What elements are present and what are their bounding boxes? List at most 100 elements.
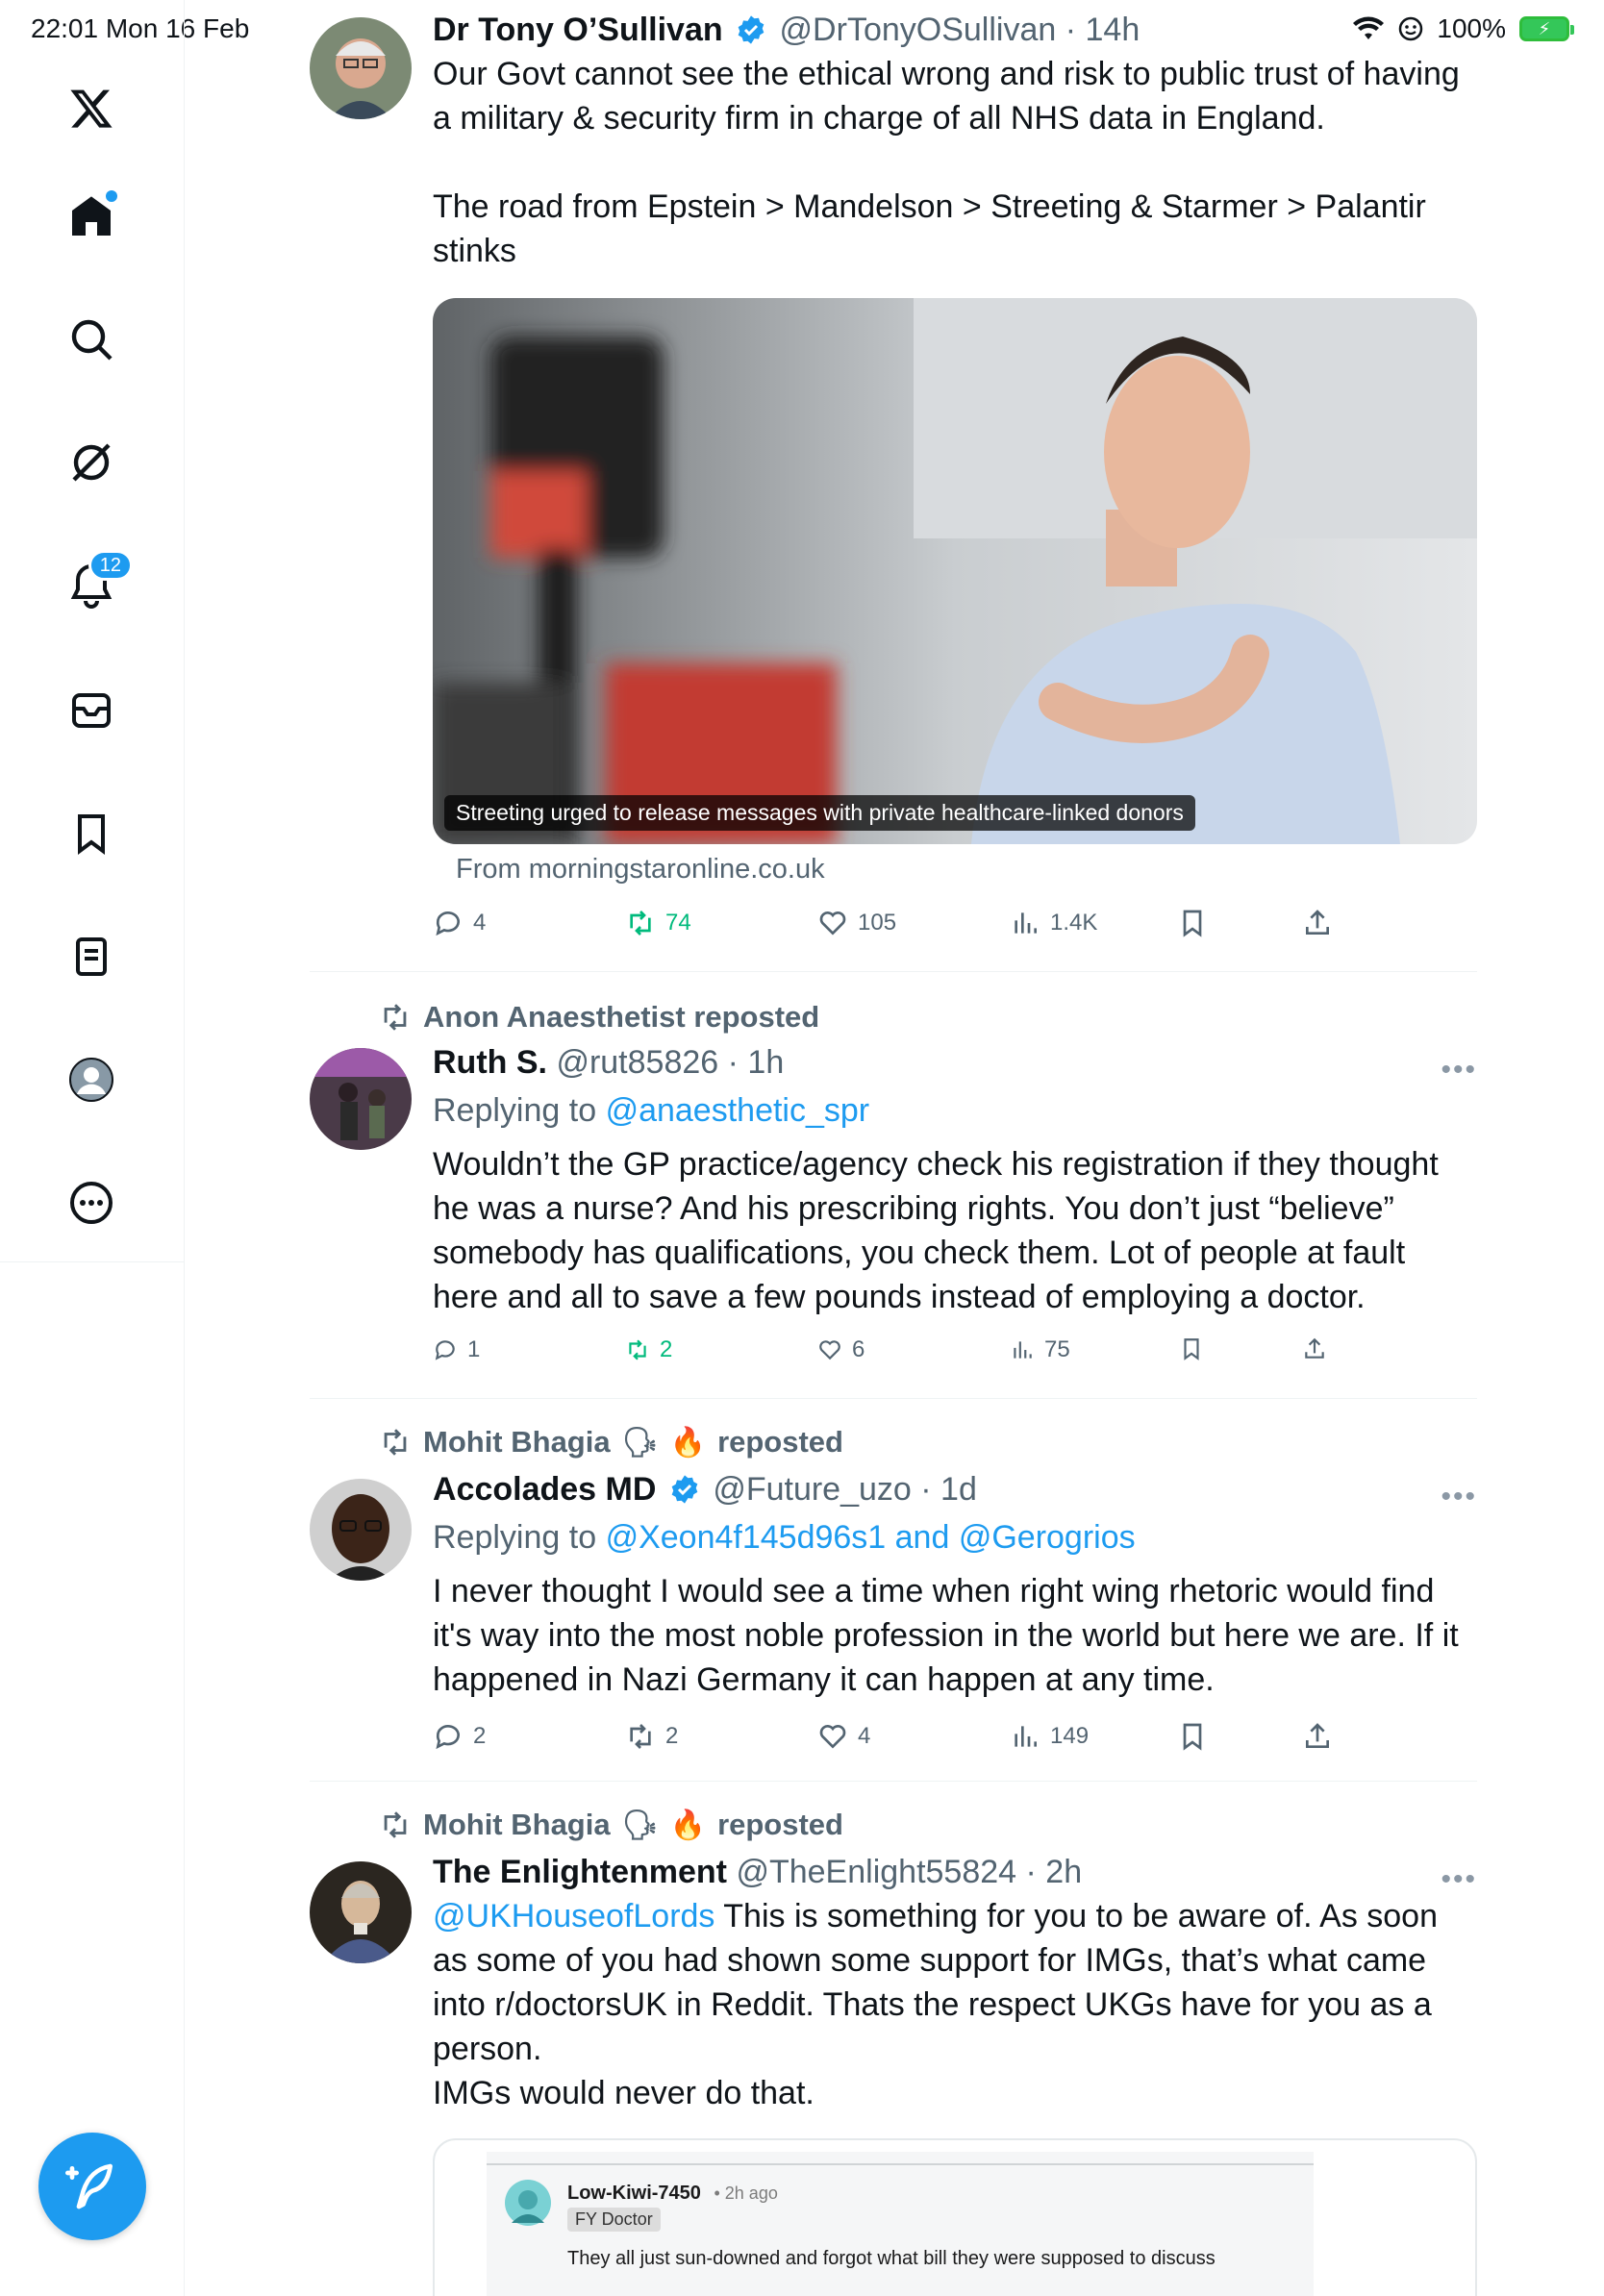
like-button[interactable]: 105 <box>817 908 896 938</box>
bookmarks-icon[interactable] <box>63 806 119 861</box>
heart-icon <box>819 1340 840 1360</box>
like-count: 6 <box>852 1336 865 1362</box>
heart-icon <box>819 911 846 936</box>
reply-icon <box>435 1340 455 1360</box>
like-button[interactable]: 4 <box>817 1721 870 1752</box>
link-source[interactable]: From morningstaronline.co.uk <box>456 854 825 886</box>
reposted-by[interactable]: Anon Anaesthetist reposted <box>379 1000 819 1035</box>
author-handle[interactable]: @rut85826 <box>556 1044 718 1081</box>
view-count: 149 <box>1050 1723 1090 1749</box>
author-name[interactable]: Dr Tony O’Sullivan <box>433 12 723 48</box>
compose-post-button[interactable] <box>38 2133 146 2240</box>
share-button[interactable] <box>1302 1336 1327 1361</box>
reposted-by[interactable]: Mohit Bhagia 🗣 🔥 reposted <box>379 1808 843 1842</box>
reddit-time: • 2h ago <box>714 2184 778 2203</box>
author-name[interactable]: The Enlightenment <box>433 1854 727 1890</box>
search-icon[interactable] <box>63 312 119 367</box>
author-handle[interactable]: @Future_uzo <box>713 1471 912 1508</box>
replying-to: Replying to @anaesthetic_spr <box>433 1090 1477 1131</box>
repost-icon <box>384 1811 407 1838</box>
views-button[interactable]: 149 <box>1010 1721 1089 1752</box>
share-button[interactable] <box>1302 908 1333 938</box>
avatar[interactable] <box>310 17 412 119</box>
reply-button[interactable]: 1 <box>433 1336 480 1363</box>
author-handle[interactable]: @TheEnlight55824 <box>736 1854 1016 1890</box>
replying-to-label: Replying to <box>433 1092 597 1129</box>
tweet-separator <box>310 1781 1477 1782</box>
views-icon <box>1014 1341 1032 1359</box>
reddit-username: Low-Kiwi-7450 <box>567 2183 701 2204</box>
lists-icon[interactable] <box>63 929 119 985</box>
like-count: 105 <box>858 910 897 936</box>
tweet-time[interactable]: 14h <box>1086 12 1140 48</box>
link-card-caption: Streeting urged to release messages with… <box>444 795 1195 831</box>
reddit-comment-text: They all just sun-downed and forgot what… <box>567 2248 1216 2269</box>
grok-icon[interactable] <box>63 435 119 490</box>
tweet-header: Ruth S. @rut85826 · 1h <box>433 1044 785 1081</box>
repost-button[interactable]: 2 <box>625 1336 672 1363</box>
views-icon <box>1015 1726 1037 1747</box>
bookmark-icon <box>1183 910 1202 937</box>
tweet-time[interactable]: 1h <box>747 1044 784 1081</box>
tweet-text: @UKHouseofLords This is something for yo… <box>433 1894 1477 2071</box>
x-logo-icon[interactable] <box>63 81 119 137</box>
like-button[interactable]: 6 <box>817 1336 865 1363</box>
views-icon <box>1015 912 1037 934</box>
bookmark-button[interactable] <box>1177 1721 1208 1752</box>
reposted-by[interactable]: Mohit Bhagia 🗣 🔥 reposted <box>379 1425 843 1460</box>
tweet-separator <box>310 971 1477 972</box>
reply-button[interactable]: 4 <box>433 908 486 938</box>
profile-avatar-icon[interactable] <box>63 1052 119 1108</box>
sidebar-divider <box>0 1261 185 1262</box>
author-name[interactable]: Ruth S. <box>433 1044 547 1081</box>
replying-to-handle[interactable]: @anaesthetic_spr <box>606 1092 870 1129</box>
replying-to-handles[interactable]: @Xeon4f145d96s1 and @Gerogrios <box>606 1519 1136 1556</box>
reply-count: 1 <box>467 1336 481 1362</box>
tweet-header: The Enlightenment @TheEnlight55824 · 2h <box>433 1854 1083 1890</box>
heart-icon <box>819 1725 846 1749</box>
tweet-text-2: IMGs would never do that. <box>433 2075 815 2111</box>
link-card-image[interactable]: Streeting urged to release messages with… <box>433 298 1477 844</box>
tweet-actions: 4 74 105 1.4K <box>433 908 1356 946</box>
news-photo <box>433 298 1477 844</box>
repost-icon <box>629 1339 646 1360</box>
views-button[interactable]: 75 <box>1010 1336 1070 1363</box>
tweet-header: Dr Tony O’Sullivan @DrTonyOSullivan · 14… <box>433 12 1140 48</box>
share-icon <box>1306 910 1329 935</box>
reply-count: 2 <box>473 1723 487 1749</box>
views-button[interactable]: 1.4K <box>1010 908 1097 938</box>
tweet-text: I never thought I would see a time when … <box>433 1573 1459 1698</box>
avatar[interactable] <box>310 1479 412 1581</box>
author-name[interactable]: Accolades MD <box>433 1471 656 1508</box>
like-count: 4 <box>858 1723 871 1749</box>
repost-count: 2 <box>665 1723 679 1749</box>
sidebar: 12 <box>0 0 185 2296</box>
share-icon <box>1306 1723 1329 1748</box>
share-button[interactable] <box>1302 1721 1333 1752</box>
tweet-text: Our Govt cannot see the ethical wrong an… <box>433 56 1460 137</box>
embedded-image[interactable]: Low-Kiwi-7450 • 2h ago FY Doctor They al… <box>433 2138 1477 2296</box>
avatar[interactable] <box>310 1048 412 1150</box>
messages-icon[interactable] <box>63 683 119 738</box>
notifications-bell-icon[interactable]: 12 <box>63 550 133 613</box>
verified-badge-icon <box>738 15 764 44</box>
tweet-time[interactable]: 1d <box>940 1471 977 1508</box>
mention-link[interactable]: @UKHouseofLords <box>433 1898 714 1934</box>
bookmark-button[interactable] <box>1179 1336 1204 1361</box>
replying-to-label: Replying to <box>433 1519 597 1556</box>
notifications-badge: 12 <box>88 550 133 581</box>
bookmark-button[interactable] <box>1177 908 1208 938</box>
speaking-head-emoji-icon: 🗣 <box>621 1809 659 1841</box>
avatar[interactable] <box>310 1861 412 1963</box>
author-handle[interactable]: @DrTonyOSullivan <box>780 12 1057 48</box>
repost-button[interactable]: 2 <box>625 1721 678 1752</box>
tweet-time[interactable]: 2h <box>1045 1854 1082 1890</box>
reply-button[interactable]: 2 <box>433 1721 486 1752</box>
speaking-head-emoji-icon: 🗣 <box>621 1426 659 1459</box>
view-count: 75 <box>1044 1336 1070 1362</box>
home-icon[interactable] <box>63 188 119 244</box>
tweet-actions: 1 2 6 75 <box>433 1336 1356 1375</box>
repost-button[interactable]: 74 <box>625 908 691 938</box>
fire-emoji-icon: 🔥 <box>669 1809 707 1841</box>
more-options-icon[interactable] <box>63 1175 119 1231</box>
